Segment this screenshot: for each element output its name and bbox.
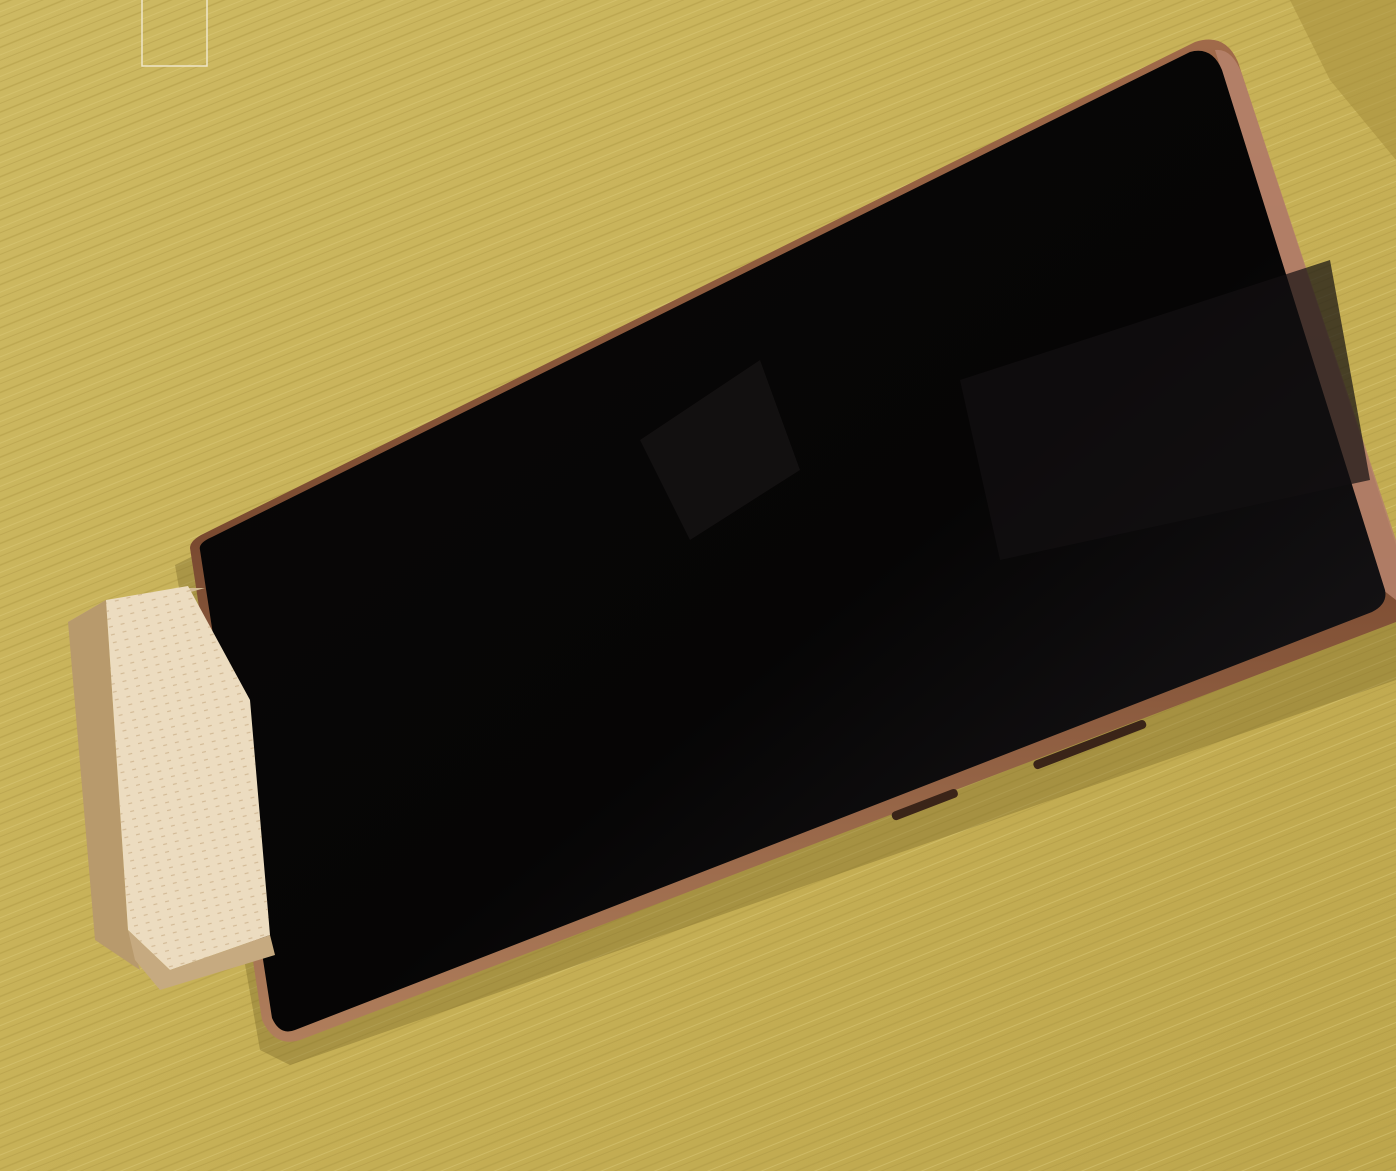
photo-scene	[0, 0, 1396, 1171]
